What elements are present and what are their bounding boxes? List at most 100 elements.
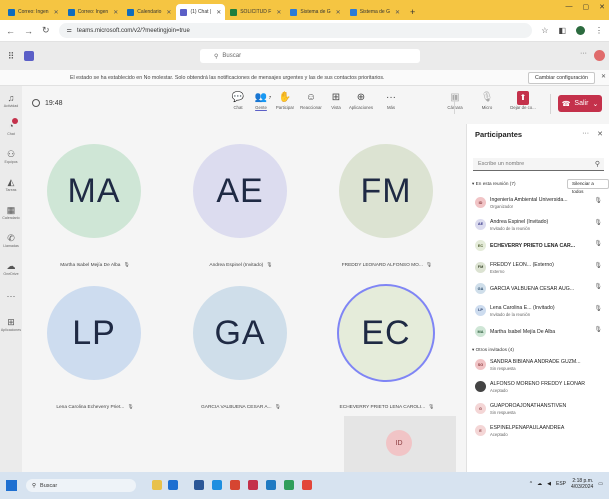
volume-icon[interactable]: ◀ — [547, 481, 551, 487]
meeting-info-icon[interactable] — [32, 99, 40, 107]
others-section-title[interactable]: ▾ Otros invitados (4) — [472, 347, 514, 353]
outlook-icon[interactable] — [266, 480, 276, 490]
browser-tab[interactable]: Calendario ✕ — [123, 4, 175, 20]
files-icon[interactable] — [212, 480, 222, 490]
toolbar-view-button[interactable]: ⊞ Vista — [323, 91, 349, 110]
rail-item[interactable]: ✆ Llamadas — [0, 226, 22, 254]
invitee-row[interactable]: SG SANDRA BIBIANA ANDRADE GUZM... Sin re… — [472, 355, 605, 375]
tray-language[interactable]: ESP — [556, 481, 566, 487]
tab-close-icon[interactable]: ✕ — [216, 9, 221, 16]
rail-item[interactable]: ◔ Chat — [0, 114, 22, 142]
participant-tile[interactable]: MA Martha Isabel Mejía De Alba 🎙 — [22, 132, 168, 282]
participant-tile[interactable]: EC ECHEVERRY PRIETO LENA CAROLI... 🎙 — [314, 274, 460, 424]
back-icon[interactable]: ← — [6, 26, 15, 36]
mic-muted-icon: 🎙 — [266, 262, 273, 268]
rail-item[interactable]: ◭ Tareas — [0, 170, 22, 198]
participant-tile[interactable]: GA GARCIA VALBUENA CESAR A... 🎙 — [168, 274, 314, 424]
change-settings-button[interactable]: Cambiar configuración — [528, 72, 595, 84]
toolbar-share-button[interactable]: ⬆ Dejar de co... — [510, 91, 536, 110]
participant-search-input[interactable]: Escribe un nombre ⚲ — [473, 158, 604, 171]
tab-close-icon[interactable]: ✕ — [336, 9, 341, 16]
toolbar-react-button[interactable]: ☺ Reaccionar — [298, 91, 324, 110]
forward-icon[interactable]: → — [24, 26, 33, 36]
invitee-row[interactable]: ALFONSO MORENO FREDDY LEONAR Aceptado — [472, 377, 605, 397]
tray-chevron-icon[interactable]: ^ — [530, 481, 532, 487]
participant-row[interactable]: GA GARCIA VALBUENA CESAR AUG... 🎙 — [472, 279, 605, 299]
rail-item[interactable]: ♫ Actividad — [0, 86, 22, 114]
toolbar-more-button[interactable]: ··· Más — [378, 91, 404, 110]
browser-tab[interactable]: SOLICITUD F ✕ — [226, 4, 285, 20]
notice-close-icon[interactable]: ✕ — [601, 73, 606, 80]
rail-item[interactable]: ··· — [0, 282, 22, 310]
toolbar-participants-button[interactable]: 👥 7 Gente — [248, 91, 274, 110]
tab-close-icon[interactable]: ✕ — [276, 9, 281, 16]
tab-close-icon[interactable]: ✕ — [113, 9, 118, 16]
notifications-icon[interactable]: ▭ — [598, 481, 603, 487]
tab-close-icon[interactable]: ✕ — [54, 9, 59, 16]
invitee-name: SANDRA BIBIANA ANDRADE GUZM... — [490, 359, 581, 365]
url-field[interactable]: ⚌ teams.microsoft.com/v2/?meetingjoin=tr… — [58, 23, 533, 38]
participant-row[interactable]: ID Ingeniería Ambiental Universida... Or… — [472, 193, 605, 213]
reload-icon[interactable]: ↻ — [42, 25, 50, 36]
windows-start-icon[interactable] — [6, 480, 17, 491]
toolbar-camera-button[interactable]: ▣ Cámara — [442, 91, 468, 110]
tab-close-icon[interactable]: ✕ — [395, 9, 400, 16]
invitee-row[interactable]: E ESPINELPENAPAULAANDREA Aceptado — [472, 421, 605, 441]
participant-tile[interactable]: LP Lena Carolina Echeverry Priet... 🎙 — [22, 274, 168, 424]
participant-row[interactable]: MA Martha Isabel Mejía De Alba 🎙 — [472, 322, 605, 342]
participant-row[interactable]: LP Lena Carolina E... (Invitado) Invitad… — [472, 301, 605, 321]
tab-close-icon[interactable]: ✕ — [166, 9, 171, 16]
close-window-icon[interactable]: ✕ — [599, 3, 605, 11]
profile-avatar[interactable] — [576, 26, 585, 35]
participant-row[interactable]: FM FREDDY LEON... (Externo) Externo 🎙 — [472, 258, 605, 278]
rail-item[interactable]: ⊞ Aplicaciones — [0, 310, 22, 338]
taskview-icon[interactable] — [168, 480, 178, 490]
clock[interactable]: 2:18 p.m. 4/03/2024 — [571, 478, 593, 490]
leave-button[interactable]: ☎ Salir ⌄ — [558, 95, 602, 112]
browser-icon[interactable] — [302, 480, 312, 490]
panel-more-icon[interactable]: ··· — [582, 130, 589, 138]
participant-tile[interactable]: FM FREDDY LEONARD ALFONSO MO... 🎙 — [314, 132, 460, 282]
chevron-down-icon[interactable]: ⌄ — [592, 100, 598, 108]
office-icon[interactable] — [248, 480, 258, 490]
browser-tab[interactable]: Sistema de G ✕ — [346, 4, 404, 20]
more-icon: ··· — [6, 290, 16, 301]
minimize-icon[interactable]: — — [566, 3, 573, 11]
site-info-icon[interactable]: ⚌ — [67, 27, 72, 34]
taskbar-search[interactable]: ⚲ Buscar — [26, 479, 136, 492]
sidepanel-icon[interactable]: ◧ — [558, 26, 566, 35]
participant-row[interactable]: AE Andrea Espinel (Invitado) Invitado de… — [472, 215, 605, 235]
chrome-icon[interactable] — [230, 480, 240, 490]
self-video-tile[interactable]: ID — [344, 416, 456, 472]
participant-row[interactable]: EC ECHEVERRY PRIETO LENA CAR... 🎙 — [472, 236, 605, 256]
bookmark-star-icon[interactable]: ☆ — [541, 26, 548, 35]
browser-tab[interactable]: Correo: Ingen ✕ — [4, 4, 63, 20]
mute-all-button[interactable]: Silenciar a todos — [567, 179, 609, 194]
my-avatar[interactable] — [594, 50, 605, 61]
panel-close-icon[interactable]: ✕ — [597, 130, 603, 138]
search-icon: ⚲ — [32, 482, 37, 489]
toolbar-apps-button[interactable]: ⊕ Aplicaciones — [348, 91, 374, 110]
bell-icon: ♫ — [7, 92, 15, 103]
toolbar-raise-hand-button[interactable]: ✋ Participar — [272, 91, 298, 110]
toolbar-mic-button[interactable]: 🎙 Micro — [474, 91, 500, 110]
browser-tab[interactable]: Sistema de G ✕ — [286, 4, 344, 20]
excel-icon[interactable] — [284, 480, 294, 490]
in-meeting-section-title[interactable]: ▾ En esta reunión (7) — [472, 181, 516, 187]
browser-menu-icon[interactable]: ⋮ — [595, 26, 603, 35]
invitee-row[interactable]: G GUAPOROAJONATHANSTIVEN Sin respuesta — [472, 399, 605, 419]
rail-item[interactable]: ⚇ Equipos — [0, 142, 22, 170]
app-icon[interactable] — [194, 480, 204, 490]
rail-item[interactable]: ▦ Calendario — [0, 198, 22, 226]
maximize-icon[interactable]: ▢ — [583, 3, 590, 11]
teams-search-input[interactable]: ⚲ Buscar — [200, 49, 420, 63]
rail-item[interactable]: ☁ OneDrive — [0, 254, 22, 282]
browser-tab[interactable]: Correo: Ingen ✕ — [64, 4, 123, 20]
new-tab-button[interactable]: + — [405, 4, 420, 20]
widgets-icon[interactable] — [152, 480, 162, 490]
browser-tab[interactable]: (1) Chat | ✕ — [176, 4, 226, 20]
network-icon[interactable]: ☁ — [537, 481, 542, 487]
teams-more-icon[interactable]: ··· — [580, 50, 587, 57]
participant-tile[interactable]: AE Andrea Espinel (Invitado) 🎙 — [168, 132, 314, 282]
app-launcher-icon[interactable]: ⠿ — [0, 51, 22, 62]
